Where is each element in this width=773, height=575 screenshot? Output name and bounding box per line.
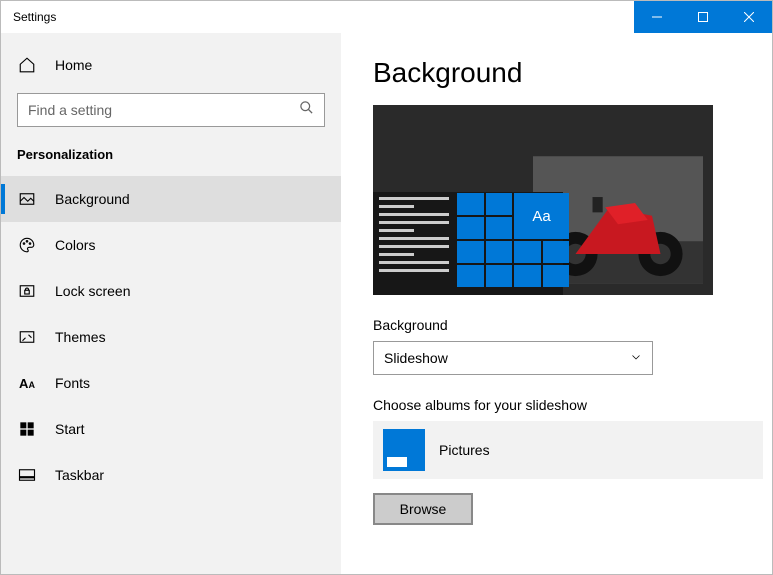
background-dropdown-label: Background [373,317,740,333]
close-icon [744,12,754,22]
titlebar: Settings [1,1,772,33]
minimize-icon [652,12,662,22]
album-section-label: Choose albums for your slideshow [373,397,740,413]
preview-accent-tile: Aa [514,193,569,239]
browse-button[interactable]: Browse [373,493,473,525]
main-panel: Background Aa Backg [341,33,772,574]
background-dropdown[interactable]: Slideshow [373,341,653,375]
maximize-button[interactable] [680,1,726,33]
close-button[interactable] [726,1,772,33]
sidebar: Home Personalization Background Colors L… [1,33,341,574]
preview-start-list [379,193,449,287]
fonts-icon: AA [17,376,37,391]
preview-start-tiles: Aa [457,193,569,287]
search-input[interactable] [28,102,299,118]
taskbar-icon [17,468,37,482]
content-area: Home Personalization Background Colors L… [1,33,772,574]
nav-label: Lock screen [55,283,130,299]
window-title: Settings [1,1,68,33]
search-icon [299,100,314,120]
home-label: Home [55,57,92,73]
search-box[interactable] [17,93,325,127]
background-dropdown-value: Slideshow [384,350,448,366]
start-icon [17,421,37,437]
nav-label: Background [55,191,130,207]
page-title: Background [373,57,740,89]
picture-icon [17,190,37,208]
nav-label: Taskbar [55,467,104,483]
category-header: Personalization [1,141,341,176]
nav-item-start[interactable]: Start [1,406,341,452]
album-name: Pictures [439,442,490,458]
nav-item-taskbar[interactable]: Taskbar [1,452,341,498]
folder-thumb-icon [383,429,425,471]
nav-item-fonts[interactable]: AA Fonts [1,360,341,406]
minimize-button[interactable] [634,1,680,33]
window-caption-buttons [634,1,772,33]
nav-item-background[interactable]: Background [1,176,341,222]
themes-icon [17,328,37,346]
nav-label: Fonts [55,375,90,391]
home-icon [17,56,37,74]
lock-icon [17,282,37,300]
home-link[interactable]: Home [1,41,341,89]
browse-button-label: Browse [400,501,447,517]
album-item[interactable]: Pictures [373,421,763,479]
background-preview: Aa [373,105,713,295]
maximize-icon [698,12,708,22]
nav-list: Background Colors Lock screen Themes AA … [1,176,341,498]
chevron-down-icon [630,350,642,366]
nav-label: Start [55,421,85,437]
nav-item-colors[interactable]: Colors [1,222,341,268]
palette-icon [17,236,37,254]
nav-label: Colors [55,237,95,253]
nav-item-lock-screen[interactable]: Lock screen [1,268,341,314]
nav-item-themes[interactable]: Themes [1,314,341,360]
nav-label: Themes [55,329,106,345]
